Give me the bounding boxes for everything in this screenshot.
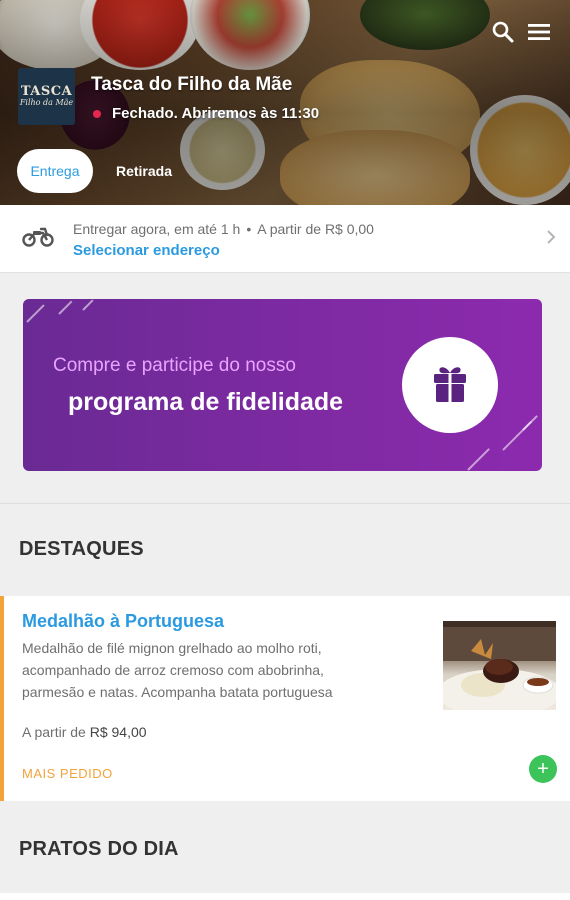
delivery-address-row[interactable]: Entregar agora, em até 1 h • A partir de R… [0,205,570,273]
chevron-right-icon [546,229,556,250]
product-price: A partir de R$ 94,00 [22,724,147,740]
delivery-time: Entregar agora, em até 1 h [73,221,241,237]
next-card-edge [0,893,570,900]
product-description: Medalhão de filé mignon grelhado ao molh… [22,637,422,703]
section-divider [0,503,570,504]
loyalty-program-banner[interactable]: Compre e participe do nosso programa de … [23,299,542,471]
banner-decoration [82,299,94,311]
delivery-separator: • [246,221,252,237]
gift-icon-circle [402,337,498,433]
opening-status: Fechado. Abriremos às 11:30 [93,105,319,122]
product-description-line: acompanhado de arroz cremoso com abobrin… [22,662,324,678]
status-text: Fechado. Abriremos às 11:30 [112,105,320,122]
highlights-title: DESTAQUES [19,538,144,560]
banner-decoration [26,304,45,323]
delivery-info: Entregar agora, em até 1 h • A partir de R… [73,221,374,237]
price-prefix: A partir de [22,724,86,740]
banner-title: programa de fidelidade [68,388,344,416]
status-dot-icon [93,109,101,118]
delivery-minimum: A partir de R$ 0,00 [257,221,374,237]
product-card[interactable]: Medalhão à Portuguesa Medalhão de filé m… [0,596,570,801]
logo-text-top: TASCA [20,84,73,99]
restaurant-hero: TASCA Filho da Mãe Tasca do Filho da Mãe… [0,0,570,205]
search-icon[interactable] [492,21,514,48]
product-description-line: parmesão e natas. Acompanha batata portu… [22,684,333,700]
restaurant-logo: TASCA Filho da Mãe [18,68,75,125]
daily-dishes-title: PRATOS DO DIA [19,838,179,860]
product-description-line: Medalhão de filé mignon grelhado ao molh… [22,640,322,656]
price-value: R$ 94,00 [89,724,147,740]
banner-decoration [522,415,538,431]
banner-decoration [58,300,73,315]
product-name: Medalhão à Portuguesa [22,611,225,631]
gift-icon [428,361,472,410]
tab-pickup[interactable]: Retirada [106,149,182,193]
logo-text-bottom: Filho da Mãe [19,98,74,107]
restaurant-name: Tasca do Filho da Mãe [91,74,293,95]
product-image [443,621,556,710]
motorcycle-icon [22,227,54,252]
banner-subtitle: Compre e participe do nosso [53,355,296,376]
add-to-cart-button[interactable]: + [529,755,557,783]
tab-delivery[interactable]: Entrega [17,149,93,193]
menu-icon[interactable] [528,23,550,46]
banner-decoration [467,448,490,471]
select-address-link[interactable]: Selecionar endereço [73,242,220,259]
most-ordered-badge: MAIS PEDIDO [22,766,113,781]
